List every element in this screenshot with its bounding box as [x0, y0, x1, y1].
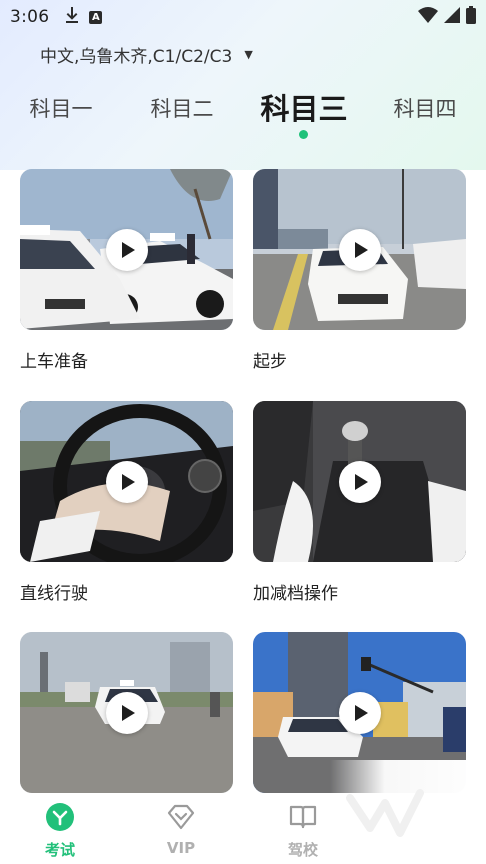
region-selector[interactable]: 中文,乌鲁木齐,C1/C2/C3 ▼: [40, 40, 253, 68]
nav-vip-label: VIP: [166, 839, 196, 857]
play-icon[interactable]: [338, 228, 381, 271]
play-icon[interactable]: [105, 228, 148, 271]
subject-tabs: 科目一 科目二 科目三 科目四: [0, 84, 486, 144]
signal-icon: [444, 6, 460, 28]
video-card[interactable]: 加减档操作: [253, 401, 466, 606]
video-card[interactable]: 起步: [253, 169, 466, 374]
play-icon[interactable]: [338, 460, 381, 503]
status-time: 3:06: [10, 7, 50, 27]
tab-subject-3[interactable]: 科目三: [249, 84, 359, 134]
nav-driving-school-label: 驾校: [287, 841, 318, 859]
wifi-icon: [418, 6, 438, 28]
video-card[interactable]: 上车准备: [20, 169, 233, 374]
vip-diamond-icon: [166, 803, 196, 835]
video-title: 起步: [253, 352, 287, 372]
play-icon[interactable]: [105, 691, 148, 734]
status-bar: 3:06 A: [0, 0, 486, 34]
video-thumbnail[interactable]: [20, 401, 233, 562]
video-title: 直线行驶: [20, 584, 88, 604]
active-tab-indicator: [299, 130, 308, 139]
nav-exam-label: 考试: [44, 841, 75, 859]
region-label: 中文,乌鲁木齐,C1/C2/C3: [40, 46, 233, 67]
nav-vip[interactable]: VIP: [136, 803, 226, 857]
play-icon[interactable]: [338, 691, 381, 734]
video-card[interactable]: 直线行驶: [20, 401, 233, 606]
video-thumbnail[interactable]: [20, 169, 233, 330]
book-icon: [288, 803, 318, 835]
battery-icon: [466, 5, 476, 29]
download-arrow-icon: [65, 6, 79, 28]
play-icon[interactable]: [105, 460, 148, 503]
watermark-logo: [346, 789, 424, 837]
chevron-down-icon: ▼: [244, 47, 253, 61]
video-thumbnail[interactable]: [253, 401, 466, 562]
nav-exam[interactable]: 考试: [15, 803, 105, 860]
exam-icon: [46, 803, 74, 835]
tab-subject-2[interactable]: 科目二: [127, 84, 237, 134]
tab-subject-4[interactable]: 科目四: [370, 84, 480, 134]
video-card[interactable]: [20, 632, 233, 793]
tab-subject-1[interactable]: 科目一: [6, 84, 116, 134]
video-thumbnail[interactable]: [20, 632, 233, 793]
video-title: 上车准备: [20, 352, 88, 372]
notification-a-icon: A: [89, 10, 103, 24]
video-title: 加减档操作: [253, 584, 338, 604]
video-thumbnail[interactable]: [253, 169, 466, 330]
